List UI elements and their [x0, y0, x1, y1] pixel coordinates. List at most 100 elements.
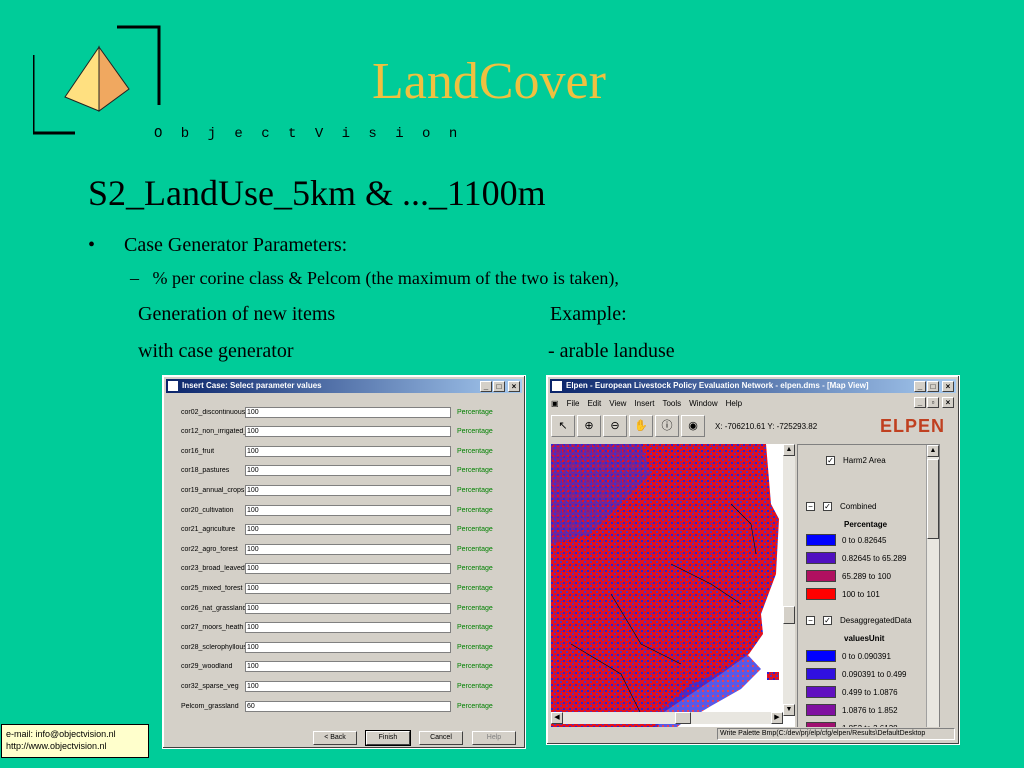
param-value-input[interactable]: 100	[245, 465, 451, 477]
child-minimize-button[interactable]: _	[914, 397, 926, 408]
param-unit: Percentage	[457, 682, 493, 690]
checkbox[interactable]: ✓	[823, 615, 832, 625]
minimize-button[interactable]: _	[914, 381, 926, 392]
param-value-input[interactable]: 100	[245, 622, 451, 634]
zoom-in-icon[interactable]: ⊕	[577, 415, 601, 437]
param-value-input[interactable]: 100	[245, 406, 451, 418]
legend-label: 0.090391 to 0.499	[842, 669, 907, 679]
pan-hand-icon[interactable]: ✋	[629, 415, 653, 437]
dialog-titlebar[interactable]: Insert Case: Select parameter values	[166, 379, 522, 393]
map-vertical-scrollbar[interactable]: ▲ ▼	[783, 444, 795, 716]
scroll-thumb[interactable]	[783, 606, 795, 624]
param-label: cor20_cultivation	[181, 506, 234, 514]
param-row: cor19_annual_crops 100 Percentage	[181, 484, 493, 496]
param-unit: Percentage	[457, 486, 493, 494]
param-row: cor12_non_irrigated_ 100 Percentage	[181, 426, 493, 438]
param-unit: Percentage	[457, 643, 493, 651]
slide-title: LandCover	[372, 53, 606, 110]
param-value-input[interactable]: 100	[245, 582, 451, 594]
param-value-input[interactable]: 100	[245, 602, 451, 614]
collapse-icon[interactable]: −	[806, 615, 815, 625]
object-vision-logo	[33, 25, 161, 135]
close-button[interactable]: ×	[508, 381, 520, 392]
scroll-up-icon[interactable]: ▲	[783, 444, 795, 456]
param-value-input[interactable]: 100	[245, 543, 451, 555]
param-unit: Percentage	[457, 428, 493, 436]
line2-left: with case generator	[138, 340, 294, 362]
legend-layer-combined[interactable]: − ✓ Combined	[806, 499, 876, 513]
param-value-input[interactable]: 100	[245, 524, 451, 536]
line1-left: Generation of new items	[138, 303, 336, 325]
param-row: cor28_sclerophyllous 100 Percentage	[181, 641, 493, 653]
param-label: cor18_pastures	[181, 467, 230, 475]
param-label: cor12_non_irrigated_	[181, 428, 245, 436]
child-restore-button[interactable]: ▫	[927, 397, 939, 408]
param-row: cor25_mixed_forest 100 Percentage	[181, 582, 493, 594]
scroll-up-icon[interactable]: ▲	[927, 445, 939, 457]
coordinate-readout: X: -706210.61 Y: -725293.82	[715, 421, 818, 431]
menu-help[interactable]: Help	[726, 399, 742, 408]
menu-tools[interactable]: Tools	[662, 399, 681, 408]
param-value-input[interactable]: 100	[245, 661, 451, 673]
legend-swatch	[806, 668, 836, 680]
param-value-input[interactable]: 100	[245, 641, 451, 653]
help-button[interactable]: Help	[472, 731, 516, 745]
checkbox[interactable]: ✓	[823, 501, 832, 511]
menu-file[interactable]: File	[567, 399, 580, 408]
legend-scrollbar[interactable]: ▲ ▼	[926, 445, 939, 739]
pointer-icon[interactable]: ↖	[551, 415, 575, 437]
zoom-out-icon[interactable]: ⊖	[603, 415, 627, 437]
child-close-button[interactable]: ×	[942, 397, 954, 408]
bullet-text: Case Generator Parameters:	[124, 234, 348, 256]
minimize-button[interactable]: _	[480, 381, 492, 392]
h-scroll-thumb[interactable]	[675, 712, 691, 724]
maximize-button[interactable]: □	[493, 381, 505, 392]
param-value-input[interactable]: 100	[245, 504, 451, 516]
map-titlebar[interactable]: Elpen - European Livestock Policy Evalua…	[550, 379, 956, 393]
param-value-input[interactable]: 100	[245, 426, 451, 438]
scroll-right-icon[interactable]: ▶	[771, 712, 783, 724]
legend-swatch	[806, 552, 836, 564]
param-row: cor26_nat_grassland 100 Percentage	[181, 602, 493, 614]
legend-label: 0.82645 to 65.289	[842, 553, 907, 563]
finish-button[interactable]: Finish	[365, 730, 411, 746]
param-value-input[interactable]: 100	[245, 484, 451, 496]
legend-swatch	[806, 570, 836, 582]
info-icon[interactable]: ⓘ	[655, 415, 679, 437]
legend-pane: ✓ Harm2 Area − ✓ Combined Percentage 0 to 0…	[797, 444, 940, 740]
map-horizontal-scrollbar[interactable]: ◀ ▶	[551, 712, 783, 724]
sub-bullet: – % per corine class & Pelcom (the maxim…	[130, 268, 619, 288]
legend-label: 65.289 to 100	[842, 571, 891, 581]
param-value-input[interactable]: 100	[245, 563, 451, 575]
contact-email[interactable]: e-mail: info@objectvision.nl	[6, 728, 144, 740]
scroll-down-icon[interactable]: ▼	[783, 704, 795, 716]
doc-icon[interactable]: ▣	[551, 399, 559, 408]
scroll-left-icon[interactable]: ◀	[551, 712, 563, 724]
param-row: cor27_moors_heath 100 Percentage	[181, 622, 493, 634]
menu-window[interactable]: Window	[689, 399, 717, 408]
checkbox[interactable]: ✓	[826, 455, 835, 465]
param-row: cor29_woodland 100 Percentage	[181, 661, 493, 673]
param-label: cor32_sparse_veg	[181, 682, 239, 690]
map-canvas[interactable]	[551, 444, 795, 740]
legend-layer-harm2[interactable]: ✓ Harm2 Area	[826, 453, 886, 467]
cancel-button[interactable]: Cancel	[419, 731, 463, 745]
param-value-input[interactable]: 100	[245, 445, 451, 457]
param-row: cor20_cultivation 100 Percentage	[181, 504, 493, 516]
menu-view[interactable]: View	[609, 399, 626, 408]
back-button[interactable]: < Back	[313, 731, 357, 745]
param-value-input[interactable]: 100	[245, 680, 451, 692]
contact-url[interactable]: http://www.objectvision.nl	[6, 740, 144, 752]
collapse-icon[interactable]: −	[806, 501, 815, 511]
menu-edit[interactable]: Edit	[587, 399, 601, 408]
globe-icon[interactable]: ◉	[681, 415, 705, 437]
param-value-input[interactable]: 60	[245, 700, 451, 712]
close-button[interactable]: ×	[942, 381, 954, 392]
legend-layer-desaggregated[interactable]: − ✓ DesaggregatedData	[806, 613, 912, 627]
param-unit: Percentage	[457, 565, 493, 573]
scroll-thumb[interactable]	[927, 459, 939, 539]
maximize-button[interactable]: □	[927, 381, 939, 392]
map-toolbar: ↖ ⊕ ⊖ ✋ ⓘ ◉ X: -706210.61 Y: -725293.82 …	[551, 412, 955, 440]
bullet-icon: •	[88, 234, 96, 256]
menu-insert[interactable]: Insert	[634, 399, 654, 408]
